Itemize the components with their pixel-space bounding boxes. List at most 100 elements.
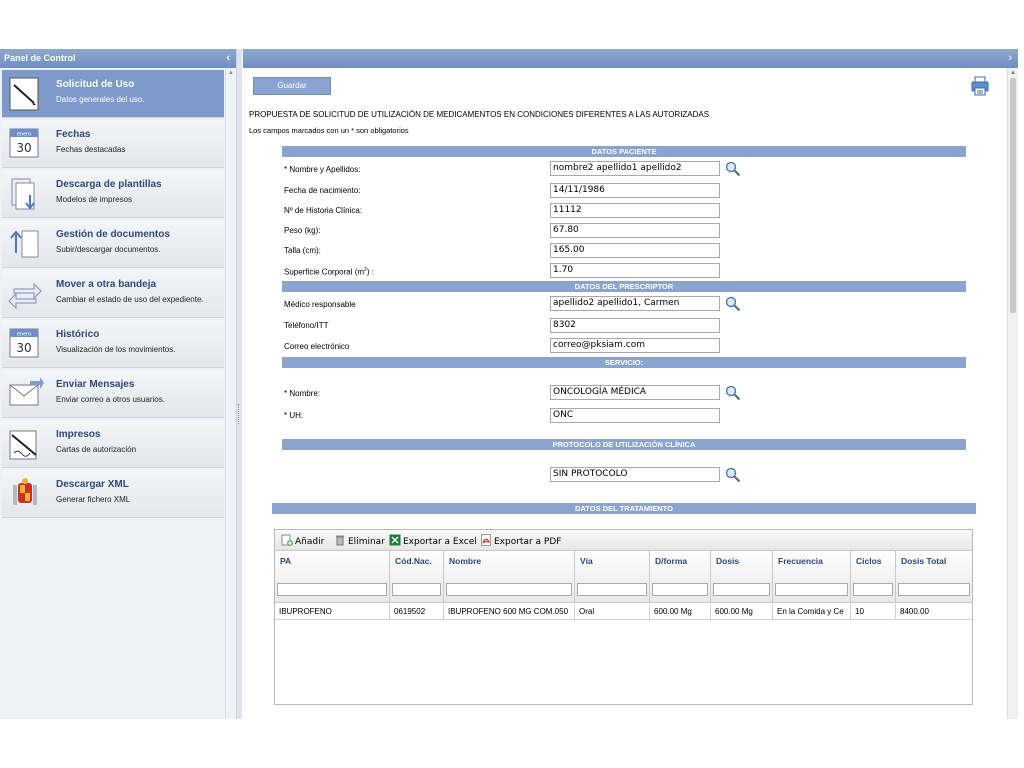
menu-item-historico[interactable]: enero 30 Histórico Visualización de los m… [2,320,224,368]
search-icon[interactable] [725,296,741,312]
menu-item-title: Solicitud de Uso [56,79,135,90]
phone-label: Teléfono/ITT [284,321,329,330]
calendar-day: 30 [16,341,31,355]
menu-item-enviar-mensajes[interactable]: Enviar Mensajes Enviar correo a otros us… [2,370,224,418]
phone-field[interactable]: 8302 [550,318,720,333]
cell-dforma: 600.00 Mg [650,604,711,620]
collapse-panel-icon[interactable]: ‹ [226,49,230,68]
filter-input[interactable] [898,583,970,596]
export-pdf-button[interactable]: Exportar a PDF [480,534,561,548]
filter-input[interactable] [775,583,848,596]
section-servicio: SERVICIO: [282,357,966,368]
body-surface-field[interactable]: 1.70 [550,263,720,278]
treatment-grid: Añadir Eliminar Exportar a Excel Exporta… [274,529,973,705]
clinical-history-field[interactable]: 11112 [550,203,720,218]
section-protocolo: PROTOCOLO DE UTILIZACIÓN CLÍNICA [282,439,966,450]
menu-item-mover-bandeja[interactable]: Mover a otra bandeja Cambiar el estado d… [2,270,224,318]
scroll-up-icon[interactable]: ▲ [1008,68,1018,78]
excel-icon [389,534,401,546]
pen-document-icon [6,75,44,113]
calendar-day: 30 [16,141,31,155]
menu-item-title: Descargar XML [56,479,129,490]
search-icon[interactable] [725,161,741,177]
expand-panel-icon[interactable]: › [1008,52,1012,64]
coat-of-arms-icon [6,475,44,513]
column-nombre[interactable]: Nombre [444,551,575,603]
menu-item-fechas[interactable]: enero 30 Fechas Fechas destacadas [2,120,224,168]
add-label: Añadir [295,537,325,547]
control-panel-menu: Solicitud de Uso Datos generales del uso… [0,68,226,719]
filter-input[interactable] [577,583,647,596]
filter-input[interactable] [652,583,708,596]
protocol-field[interactable]: SIN PROTOCOLO [550,467,720,482]
menu-item-title: Mover a otra bandeja [56,279,157,290]
cell-frecuencia: En la Comida y Ce [773,604,851,620]
splitter-grip[interactable] [238,404,241,424]
birth-date-field[interactable]: 14/11/1986 [550,183,720,198]
menu-item-gestion-documentos[interactable]: Gestión de documentos Subir/descargar do… [2,220,224,268]
delete-label: Eliminar [348,537,385,547]
scroll-up-icon[interactable]: ▲ [226,68,236,78]
filter-input[interactable] [392,583,441,596]
doctor-field[interactable]: apellido2 apellido1, Carmen [550,296,720,311]
column-dosis[interactable]: Dosis [711,551,773,603]
delete-button[interactable]: Eliminar [334,534,385,548]
menu-item-title: Gestión de documentos [56,229,170,240]
service-name-label: * Nombre: [284,389,321,398]
move-arrows-icon [6,275,44,313]
height-field[interactable]: 165.00 [550,243,720,258]
menu-item-descargar-xml[interactable]: Descargar XML Generar fichero XML [2,470,224,518]
panel-splitter[interactable] [237,49,242,719]
control-panel-header: Panel de Control ‹ [0,49,236,68]
filter-input[interactable] [713,583,770,596]
filter-input[interactable] [446,583,572,596]
search-icon[interactable] [725,385,741,401]
section-datos-paciente: DATOS PACIENTE [282,146,966,157]
scrollbar-thumb[interactable] [1010,78,1016,313]
table-row[interactable]: IBUPROFENO 0619502 IBUPROFENO 600 MG COM… [275,604,972,620]
add-button[interactable]: Añadir [281,534,324,548]
cell-pa: IBUPROFENO [275,604,390,620]
main-content-header: › [243,49,1018,68]
service-name-field[interactable]: ONCOLOGÍA MÉDICA [550,385,720,400]
export-excel-button[interactable]: Exportar a Excel [389,534,477,548]
column-cod-nac[interactable]: Cód.Nac. [390,551,444,603]
filter-input[interactable] [277,583,387,596]
filter-input[interactable] [853,583,893,596]
menu-item-subtitle: Fechas destacadas [56,145,126,154]
menu-item-descarga-plantillas[interactable]: Descarga de plantillas Modelos de impres… [2,170,224,218]
email-field[interactable]: correo@pksiam.com [550,338,720,353]
export-pdf-label: Exportar a PDF [494,537,562,547]
cell-cod-nac: 0619502 [390,604,444,620]
menu-item-subtitle: Subir/descargar documentos. [56,245,161,254]
column-dosis-total[interactable]: Dosis Total [896,551,972,603]
control-panel-title: Panel de Control [4,53,76,63]
height-label: Talla (cm): [284,246,321,255]
patient-name-field[interactable]: nombre2 apellido1 apellido2 [550,161,720,176]
email-label: Correo electrónico [284,342,350,351]
column-dforma[interactable]: D/forma [650,551,711,603]
menu-item-subtitle: Modelos de impresos [56,195,133,204]
weight-field[interactable]: 67.80 [550,223,720,238]
signature-document-icon [6,425,44,463]
main-content: › Guardar PROPUESTA DE SOLICITUD DE UTIL… [243,49,1018,719]
menu-item-impresos[interactable]: Impresos Cartas de autorización [2,420,224,468]
column-pa[interactable]: PA [275,551,390,603]
menu-scrollbar[interactable]: ▲ [225,68,236,719]
print-icon[interactable] [971,76,989,96]
pdf-icon [480,534,492,546]
menu-item-subtitle: Datos generales del uso. [56,95,145,104]
main-scrollbar[interactable]: ▲ [1007,68,1018,719]
column-ciclos[interactable]: Ciclos [851,551,896,603]
menu-item-solicitud-de-uso[interactable]: Solicitud de Uso Datos generales del uso… [2,70,224,118]
menu-item-title: Fechas [56,129,91,140]
uh-label: * UH: [284,411,304,420]
column-via[interactable]: Vía [575,551,650,603]
clinical-history-label: Nº de Historia Clínica: [284,206,363,215]
save-button[interactable]: Guardar [253,77,331,95]
search-icon[interactable] [725,467,741,483]
cell-dosis-total: 8400.00 [900,607,929,616]
uh-field[interactable]: ONC [550,408,720,423]
patient-name-label: * Nombre y Apellidos: [284,165,361,174]
column-frecuencia[interactable]: Frecuencia [773,551,851,603]
